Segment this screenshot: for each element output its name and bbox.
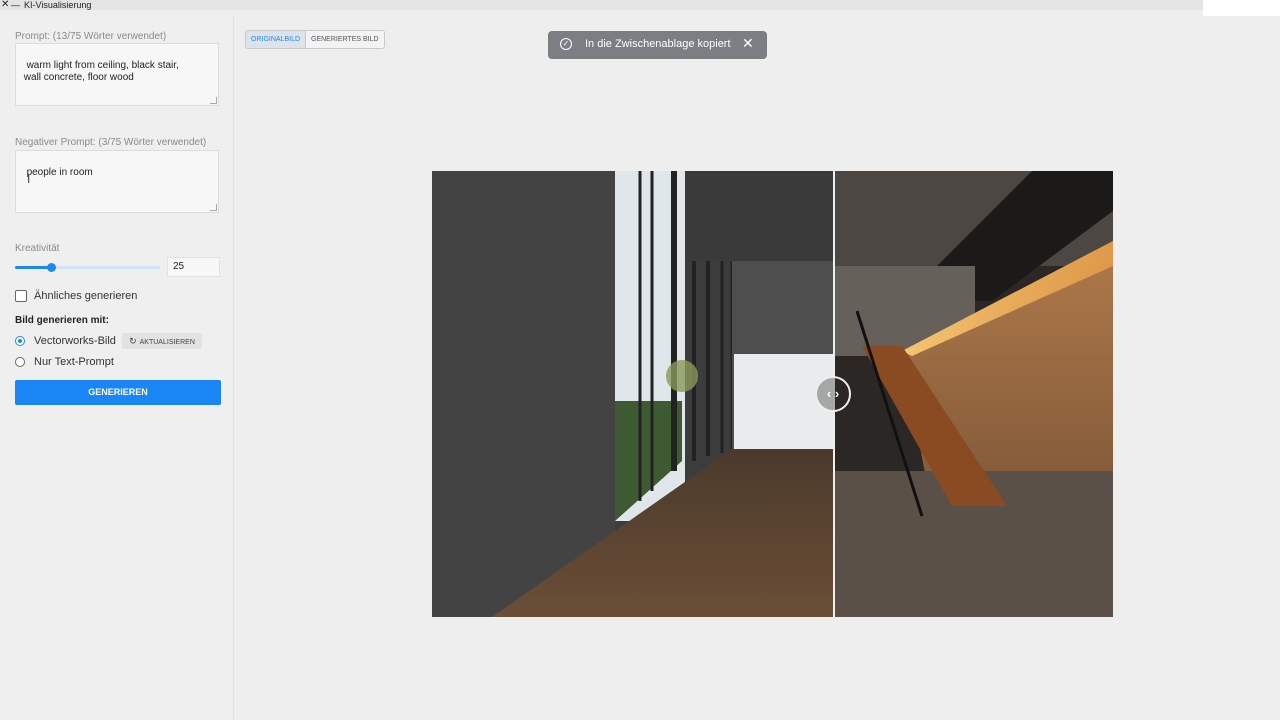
negative-prompt-textarea[interactable]: people in room: [15, 150, 219, 213]
generate-with-heading: Bild generieren mit:: [15, 315, 109, 326]
radio-vectorworks[interactable]: [15, 336, 25, 346]
chevron-right-icon: ›: [834, 386, 840, 401]
update-button[interactable]: ↻ AKTUALISIEREN: [122, 333, 202, 349]
close-icon[interactable]: ✕: [742, 35, 754, 52]
creativity-slider[interactable]: [15, 263, 160, 272]
radio-text-only-label[interactable]: Nur Text-Prompt: [34, 356, 114, 368]
prompt-textarea[interactable]: warm light from ceiling, black stair, wa…: [15, 43, 219, 106]
negative-prompt-label: Negativer Prompt: (3/75 Wörter verwendet…: [15, 137, 207, 148]
prompt-label: Prompt: (13/75 Wörter verwendet): [15, 31, 167, 42]
chevron-left-icon: ‹: [826, 386, 832, 401]
similar-label[interactable]: Ähnliches generieren: [34, 290, 137, 302]
slider-thumb[interactable]: [47, 263, 56, 272]
similar-checkbox[interactable]: [15, 290, 27, 302]
window-title: KI-Visualisierung: [24, 0, 92, 10]
slider-fill: [15, 266, 51, 269]
original-image: [432, 171, 833, 617]
close-window-icon[interactable]: ✕: [1, 0, 9, 10]
toast-message: In die Zwischenablage kopiert: [585, 38, 731, 50]
title-bar: ✕ — KI-Visualisierung: [0, 0, 1203, 10]
prompt-text: warm light from ceiling, black stair, wa…: [23, 60, 179, 83]
tab-generated-image[interactable]: GENERIERTES BILD: [306, 31, 384, 48]
comparison-handle[interactable]: ‹ ›: [815, 376, 851, 412]
view-toggle: ORIGINALBILD GENERIERTES BILD: [245, 30, 385, 49]
minimize-window-icon[interactable]: —: [11, 0, 20, 10]
tab-original-image[interactable]: ORIGINALBILD: [246, 31, 307, 48]
toast-notification: ✓ In die Zwischenablage kopiert ✕: [548, 31, 767, 59]
check-circle-icon: ✓: [560, 38, 572, 50]
sidebar: [0, 16, 234, 720]
update-button-label: AKTUALISIEREN: [139, 339, 195, 346]
generate-button[interactable]: GENERIEREN: [15, 380, 221, 405]
creativity-label: Kreativität: [15, 243, 60, 254]
title-bar-blank: [1203, 0, 1280, 16]
resize-grip-icon[interactable]: [210, 97, 217, 104]
resize-grip-icon[interactable]: [210, 204, 217, 211]
negative-prompt-text: people in room: [26, 167, 93, 178]
creativity-number-input[interactable]: 25: [167, 257, 220, 277]
text-cursor-icon: I: [27, 172, 31, 186]
image-comparison: ‹ ›: [432, 171, 1113, 617]
radio-text-only[interactable]: [15, 357, 25, 367]
refresh-icon: ↻: [129, 336, 137, 346]
radio-vectorworks-label[interactable]: Vectorworks-Bild: [34, 335, 116, 347]
comparison-render: [432, 171, 1113, 617]
generated-image: [835, 171, 1113, 617]
